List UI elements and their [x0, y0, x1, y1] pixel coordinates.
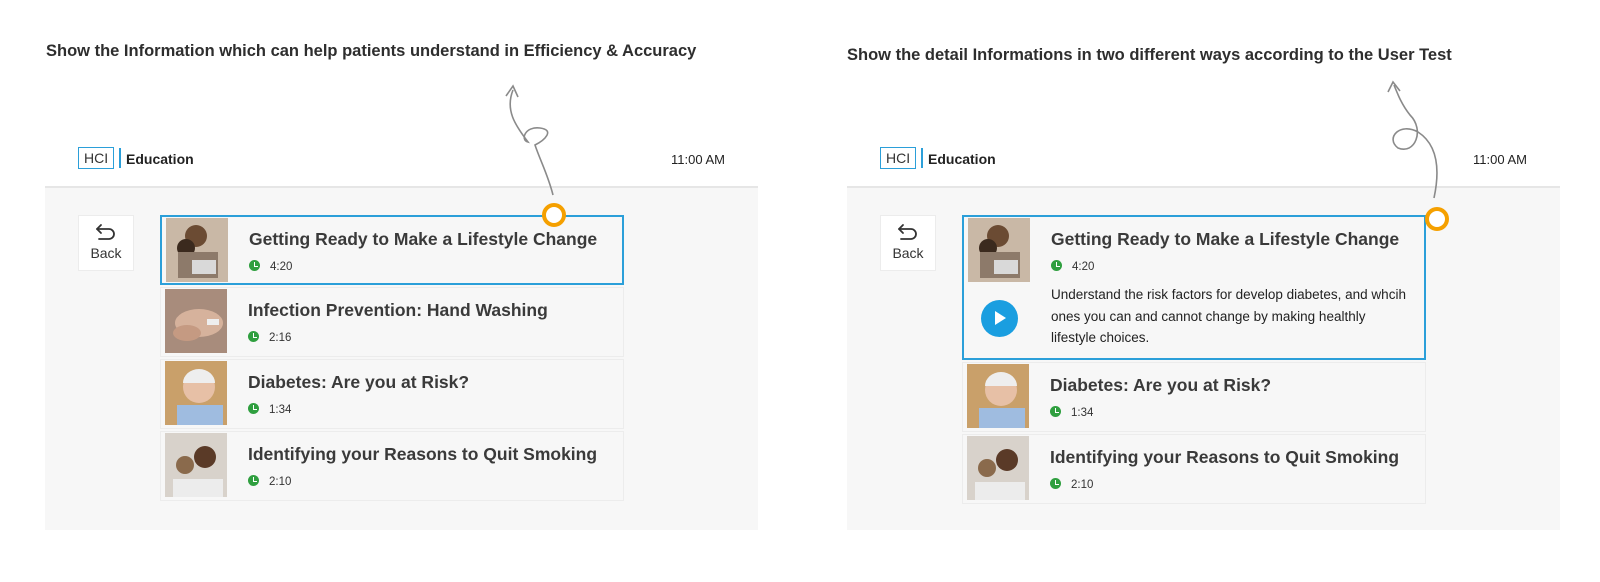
item-title: Infection Prevention: Hand Washing: [248, 300, 548, 320]
arrow-left-head: [505, 84, 519, 98]
back-label: Back: [90, 245, 122, 261]
item-title: Getting Ready to Make a Lifestyle Change: [1051, 229, 1400, 249]
back-button[interactable]: Back: [880, 215, 936, 271]
arrow-right-head: [1387, 80, 1401, 93]
top-bar: HCI Education 11:00 AM: [45, 137, 758, 188]
clock-icon: [248, 403, 259, 414]
thumbnail-hands: [165, 289, 227, 353]
back-label: Back: [892, 245, 924, 261]
logo-divider: [921, 148, 923, 168]
list-item[interactable]: Diabetes: Are you at Risk? 1:34: [160, 359, 624, 429]
item-title: Diabetes: Are you at Risk?: [1050, 375, 1272, 395]
annotation-caption-right: Show the detail Informations in two diff…: [847, 46, 1452, 64]
video-list: Getting Ready to Make a Lifestyle Change…: [962, 215, 1426, 506]
clock-icon: [1050, 406, 1061, 417]
list-item-expanded[interactable]: Getting Ready to Make a Lifestyle Change…: [962, 215, 1426, 360]
app-screen-detail-view: HCI Education 11:00 AM Back Getting Read…: [847, 137, 1560, 530]
hotspot-marker-icon: [542, 203, 566, 227]
item-duration: 4:20: [1051, 260, 1094, 273]
clock-icon: [1051, 260, 1062, 271]
video-list: Getting Ready to Make a Lifestyle Change…: [160, 215, 624, 503]
clock-icon: [1050, 478, 1061, 489]
thumbnail-child-teddy: [165, 433, 227, 497]
item-title: Getting Ready to Make a Lifestyle Change: [249, 229, 598, 249]
thumbnail-couple-laptop: [968, 218, 1030, 282]
item-description: Understand the risk factors for develop …: [1051, 287, 1406, 345]
hotspot-marker-icon: [1425, 207, 1449, 231]
thumbnail-elderly-man: [165, 361, 227, 425]
item-duration: 2:10: [248, 475, 291, 488]
list-item[interactable]: Infection Prevention: Hand Washing 2:16: [160, 287, 624, 357]
thumbnail-child-teddy: [967, 436, 1029, 500]
list-item[interactable]: Diabetes: Are you at Risk? 1:34: [962, 362, 1426, 432]
item-duration: 1:34: [248, 403, 291, 416]
status-time: 11:00 AM: [671, 152, 725, 167]
item-duration: 2:10: [1050, 478, 1093, 491]
clock-icon: [249, 260, 260, 271]
item-duration: 1:34: [1050, 406, 1093, 419]
thumbnail-elderly-man: [967, 364, 1029, 428]
logo-divider: [119, 148, 121, 168]
list-item[interactable]: Identifying your Reasons to Quit Smoking…: [160, 431, 624, 501]
clock-icon: [248, 331, 259, 342]
item-title: Identifying your Reasons to Quit Smoking: [1050, 447, 1400, 467]
clock-icon: [248, 475, 259, 486]
app-title: Education: [928, 151, 996, 167]
hci-logo: HCI: [78, 147, 115, 169]
list-item[interactable]: Identifying your Reasons to Quit Smoking…: [962, 434, 1426, 504]
back-button[interactable]: Back: [78, 215, 134, 271]
status-time: 11:00 AM: [1473, 152, 1527, 167]
item-duration: 4:20: [249, 260, 292, 273]
back-arrow-icon: [96, 224, 115, 240]
app-screen-list-view: HCI Education 11:00 AM Back Getting Read…: [45, 137, 758, 530]
item-title: Identifying your Reasons to Quit Smoking: [248, 444, 598, 464]
item-title: Diabetes: Are you at Risk?: [248, 372, 470, 392]
app-title: Education: [126, 151, 194, 167]
thumbnail-couple-laptop: [166, 218, 228, 282]
play-icon[interactable]: [981, 300, 1018, 337]
back-arrow-icon: [898, 224, 917, 240]
item-duration: 2:16: [248, 331, 291, 344]
annotation-caption-left: Show the Information which can help pati…: [46, 42, 697, 60]
hci-logo: HCI: [880, 147, 917, 169]
top-bar: HCI Education 11:00 AM: [847, 137, 1560, 188]
